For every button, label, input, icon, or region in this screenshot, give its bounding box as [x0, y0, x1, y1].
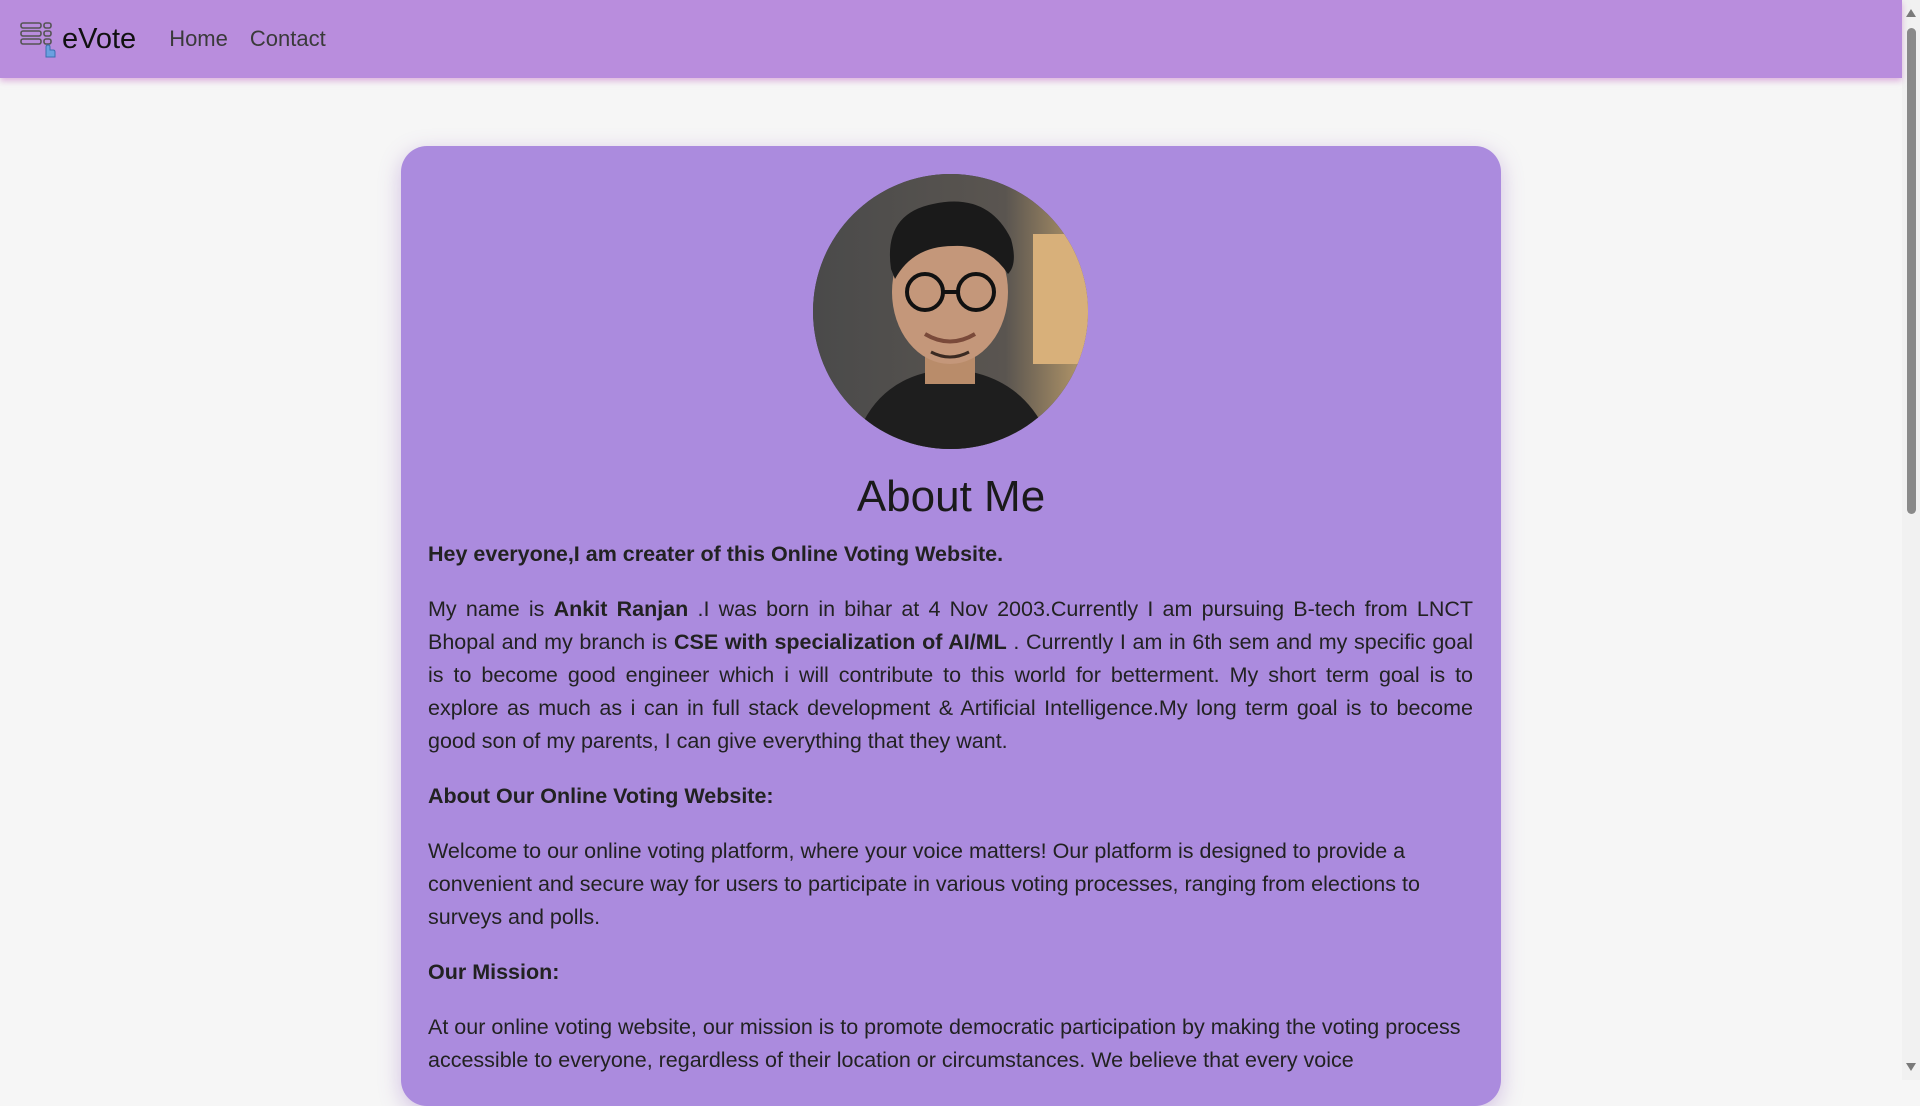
vertical-scrollbar[interactable]	[1902, 0, 1920, 1080]
mission-heading: Our Mission:	[428, 960, 560, 984]
website-text: Welcome to our online voting platform, w…	[428, 839, 1420, 929]
about-content: Hey everyone,I am creater of this Online…	[428, 538, 1473, 1099]
scroll-up-arrow-icon[interactable]	[1906, 9, 1916, 17]
website-heading: About Our Online Voting Website:	[428, 784, 774, 808]
bio-branch: CSE with specialization of AI/ML	[673, 630, 1007, 654]
bio-text-1: My name is	[428, 597, 554, 621]
about-title: About Me	[856, 472, 1046, 521]
profile-photo-image	[813, 174, 1088, 449]
scroll-thumb[interactable]	[1907, 28, 1916, 514]
mission-text: At our online voting website, our missio…	[428, 1015, 1461, 1072]
profile-photo	[813, 174, 1088, 449]
intro-text: Hey everyone,I am creater of this Online…	[428, 542, 1004, 566]
nav-contact-link[interactable]: Contact	[250, 26, 326, 52]
about-card: About Me Hey everyone,I am creater of th…	[401, 146, 1501, 1106]
scroll-down-arrow-icon[interactable]	[1906, 1063, 1916, 1071]
brand-link[interactable]: eVote	[20, 19, 136, 59]
ballot-list-icon	[20, 22, 56, 58]
brand-name: eVote	[62, 22, 137, 55]
top-navbar: eVote Home Contact	[0, 0, 1902, 78]
nav-home-link[interactable]: Home	[169, 26, 228, 52]
bio-name: Ankit Ranjan	[553, 597, 689, 621]
bio-paragraph: My name is Ankit Ranjan .I was born in b…	[428, 593, 1473, 758]
